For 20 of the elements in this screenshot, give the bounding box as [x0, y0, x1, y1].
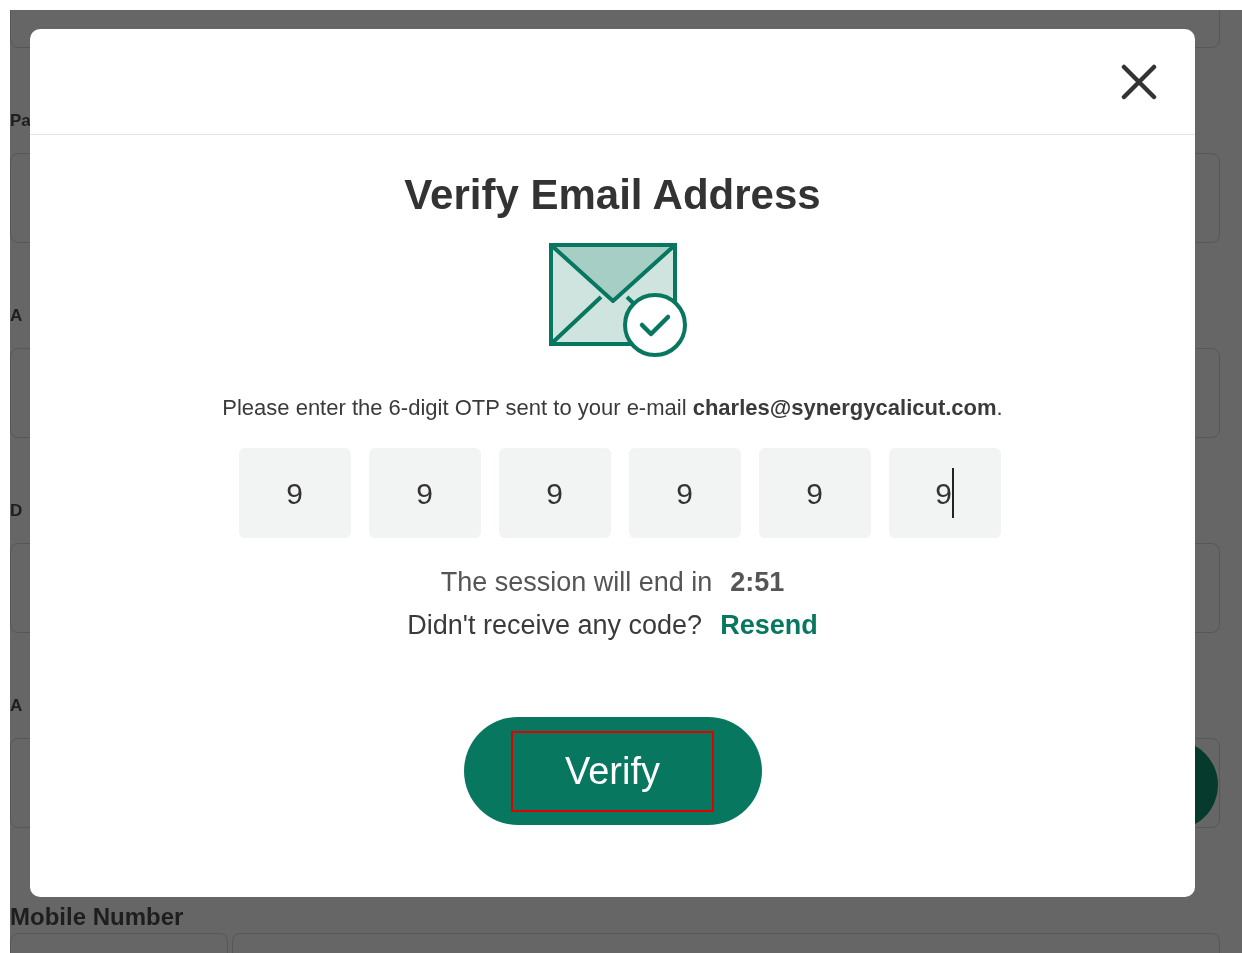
envelope-check-icon: [548, 243, 689, 359]
resend-link[interactable]: Resend: [720, 604, 818, 645]
otp-digit-field[interactable]: 9: [238, 448, 351, 538]
field-label: A: [10, 695, 24, 717]
dialog-title: Verify Email Address: [404, 170, 821, 220]
otp-digit-field[interactable]: 9: [368, 448, 481, 538]
otp-digit-field[interactable]: 9: [498, 448, 611, 538]
otp-digit-field[interactable]: 9: [888, 448, 1001, 538]
otp-digit-field[interactable]: 9: [628, 448, 741, 538]
session-timer: 2:51: [730, 566, 785, 599]
field-label: Mobile Number: [10, 904, 185, 929]
field-label: A: [10, 305, 24, 327]
session-text: The session will end in: [440, 566, 713, 599]
field-label: D: [10, 500, 24, 522]
verify-button[interactable]: Verify: [463, 717, 762, 825]
resend-prompt: Didn't receive any code?: [407, 608, 703, 642]
close-icon: [1121, 63, 1157, 100]
otp-digit-field[interactable]: 9: [758, 448, 871, 538]
instruction-text: Please enter the 6-digit OTP sent to your e-mail charles@synergycalicut.com.: [222, 394, 1003, 422]
field-label: Pa: [10, 110, 32, 132]
